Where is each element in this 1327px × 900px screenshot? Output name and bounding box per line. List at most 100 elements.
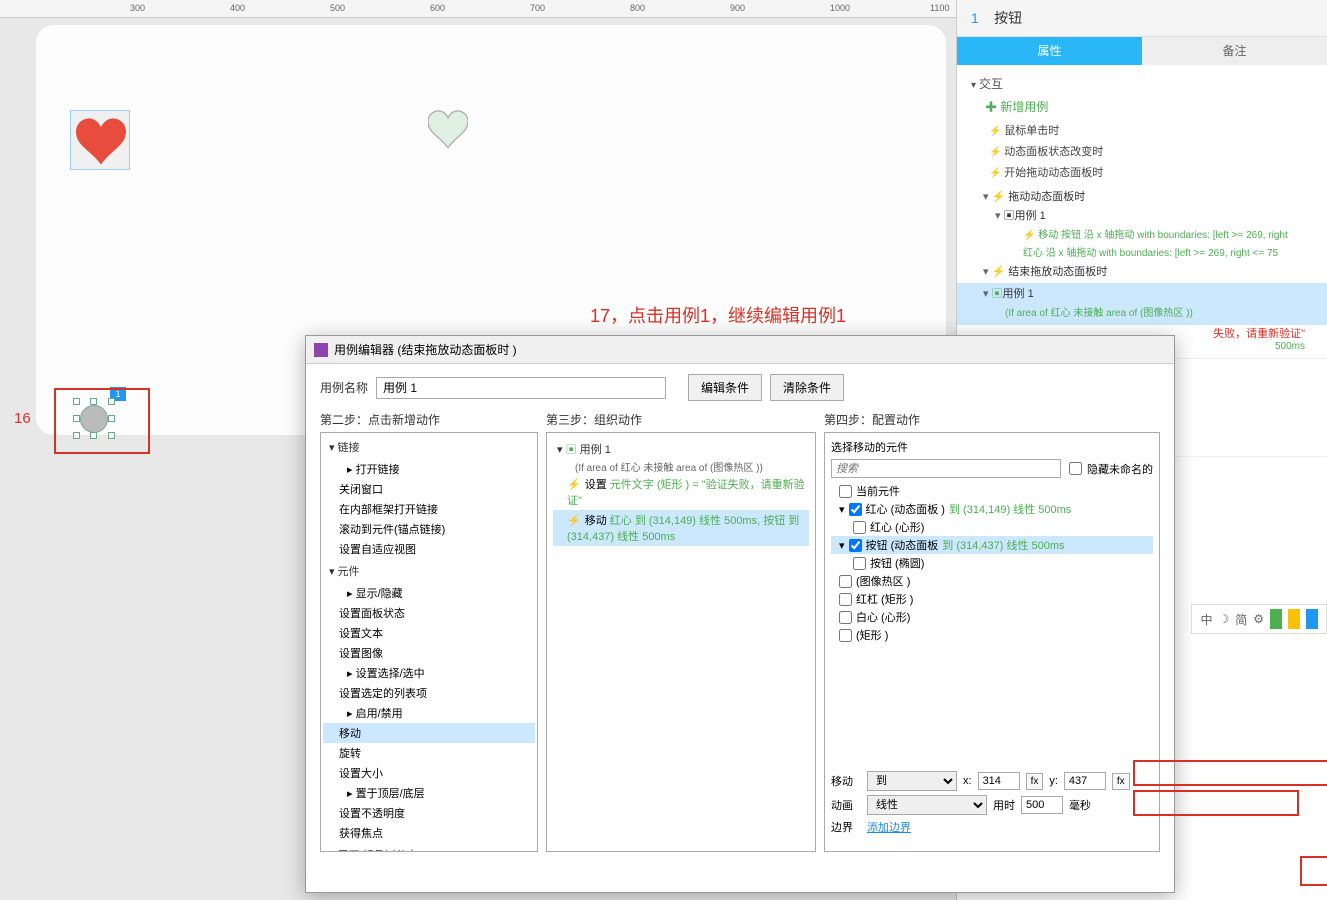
red-heart-widget[interactable] [70,110,130,170]
color-yellow[interactable] [1288,609,1300,629]
event-list: 鼠标单击时 动态面板状态改变时 开始拖动动态面板时 [989,121,1313,184]
event-dragdrop-node[interactable]: ▾⚡ 结束拖放动态面板时 [971,263,1313,283]
time-input[interactable] [1021,796,1063,814]
cb-button-child[interactable] [853,557,866,570]
action-row-settext[interactable]: ⚡设置 元件文字 (矩形 ) = "验证失败，请重新验证" [553,474,809,510]
color-green[interactable] [1270,609,1282,629]
tab-notes[interactable]: 备注 [1142,37,1327,65]
ruler-tick: 1000 [830,3,850,13]
action-set-selected[interactable]: ▸ 设置选择/选中 [323,663,535,683]
annotation-16: 16 [14,410,31,427]
view-tools: 中 ☽ 简 ⚙ [1191,604,1327,634]
action-close-window[interactable]: 关闭窗口 [323,479,535,499]
clear-condition-button[interactable]: 清除条件 [770,374,844,401]
time-label: 用时 [993,797,1015,813]
step2-heading: 第二步：点击新增动作 [320,411,538,428]
move-mode-select[interactable]: 到 [867,771,957,791]
event-dragstart[interactable]: 开始拖动动态面板时 [989,163,1313,184]
x-input[interactable] [978,772,1020,790]
fx-x-button[interactable]: fx [1026,773,1044,790]
action-rotate[interactable]: 旋转 [323,743,535,763]
inspector-tabs: 属性 备注 [957,37,1327,65]
anim-mode-select[interactable]: 线性 [867,795,987,815]
edit-condition-button[interactable]: 编辑条件 [688,374,762,401]
cb-hotzone[interactable] [839,575,852,588]
move-label: 移动 [831,773,861,789]
case-node[interactable]: ▾▣用例 1 ⚡ 移动 按钮 沿 x 轴拖动 with boundaries: … [983,207,1313,263]
ruler-tick: 300 [130,3,145,13]
cb-redheart[interactable] [849,503,862,516]
dialog-title-text: 用例编辑器 (结束拖放动态面板时 ) [334,341,517,358]
lang-toggle[interactable]: 中 [1200,611,1212,628]
action-set-image[interactable]: 设置图像 [323,643,535,663]
widget-index: 1 [971,10,979,26]
event-statechange[interactable]: 动态面板状态改变时 [989,142,1313,163]
action-move[interactable]: 移动 [323,723,535,743]
x-label: x: [963,775,972,787]
action-open-in-frame[interactable]: 在内部框架打开链接 [323,499,535,519]
time-unit: 毫秒 [1069,797,1091,813]
ruler-tick: 800 [630,3,645,13]
y-input[interactable] [1064,772,1106,790]
theme-toggle[interactable]: ☽ [1218,612,1229,626]
cb-current[interactable] [839,485,852,498]
case-action[interactable]: ⚡ 移动 按钮 沿 x 轴拖动 with boundaries: [left >… [995,227,1313,245]
action-set-opacity[interactable]: 设置不透明度 [323,803,535,823]
cb-rect[interactable] [839,593,852,606]
cb-button[interactable] [849,539,862,552]
outline-heart-widget[interactable] [428,110,468,148]
ruler-tick: 500 [330,3,345,13]
cb-rect2[interactable] [839,629,852,642]
add-case-link[interactable]: 新增用例 [971,96,1313,117]
config-panel: 选择移动的元件 隐藏未命名的 当前元件 ▾红心 (动态面板 ) 到 (314,1… [824,432,1160,852]
action-set-panel-state[interactable]: 设置面板状态 [323,603,535,623]
annotation-17: 17，点击用例1，继续编辑用例1 [590,302,846,328]
case-editor-dialog: 用例编辑器 (结束拖放动态面板时 ) 用例名称 编辑条件 清除条件 第二步：点击… [305,335,1175,893]
section-interactions: 交互 新增用例 鼠标单击时 动态面板状态改变时 开始拖动动态面板时 ▾⚡ 拖动动… [957,65,1327,359]
cb-redheart-child[interactable] [853,521,866,534]
bound-label: 边界 [831,819,861,835]
case-name-input[interactable] [376,377,666,399]
section-heading[interactable]: 交互 [971,71,1313,96]
action-set-list-item[interactable]: 设置选定的列表项 [323,683,535,703]
annotation-box-16 [54,388,150,454]
dialog-titlebar[interactable]: 用例编辑器 (结束拖放动态面板时 ) [306,336,1174,364]
cb-white[interactable] [839,611,852,624]
selected-case[interactable]: ▾▣用例 1 (If area of 红心 未接触 area of (图像热区 … [957,283,1327,325]
case-name-label: 用例名称 [320,379,368,396]
action-list[interactable]: ▾链接 ▸ 打开链接 关闭窗口 在内部框架打开链接 滚动到元件(锚点链接) 设置… [320,432,538,852]
ruler-horizontal: 300 400 500 600 700 800 900 1000 1100 [0,0,956,18]
inspector-header: 1 按钮 [957,0,1327,37]
ruler-tick: 1100 [930,3,949,13]
simplified-toggle[interactable]: 简 [1235,611,1247,628]
ruler-tick: 400 [230,3,245,13]
action-row-move[interactable]: ⚡移动 红心 到 (314,149) 线性 500ms, 按钮 到 (314,4… [553,510,809,546]
add-boundary-link[interactable]: 添加边界 [867,819,911,835]
action-focus[interactable]: 获得焦点 [323,823,535,843]
color-blue[interactable] [1306,609,1318,629]
fx-y-button[interactable]: fx [1112,773,1130,790]
annotation-box-21 [1133,790,1299,816]
action-set-size[interactable]: 设置大小 [323,763,535,783]
action-enable-disable[interactable]: ▸ 启用/禁用 [323,703,535,723]
action-bring-front-back[interactable]: ▸ 置于顶层/底层 [323,783,535,803]
case-row[interactable]: ▾ ▣ 用例 1 [553,439,809,459]
search-input[interactable] [831,459,1061,478]
organize-list[interactable]: ▾ ▣ 用例 1 (If area of 红心 未接触 area of (图像热… [546,432,816,852]
tab-properties[interactable]: 属性 [957,37,1142,65]
ruler-tick: 600 [430,3,445,13]
action-adaptive-view[interactable]: 设置自适应视图 [323,539,535,559]
case-condition-row: (If area of 红心 未接触 area of (图像热区 )) [553,459,809,474]
annotation-box-22 [1300,856,1327,886]
action-open-link[interactable]: ▸ 打开链接 [323,459,535,479]
action-show-hide[interactable]: ▸ 显示/隐藏 [323,583,535,603]
event-drag-node[interactable]: ▾⚡ 拖动动态面板时 ▾▣用例 1 ⚡ 移动 按钮 沿 x 轴拖动 with b… [971,188,1313,264]
case-condition: (If area of 红心 未接触 area of (图像热区 )) [983,305,1313,323]
settings-icon[interactable]: ⚙ [1253,612,1264,626]
hide-unnamed-checkbox[interactable] [1069,462,1082,475]
action-set-text[interactable]: 设置文本 [323,623,535,643]
case-action[interactable]: 红心 沿 x 轴拖动 with boundaries: [left >= 269… [995,245,1313,263]
event-onclick[interactable]: 鼠标单击时 [989,121,1313,142]
step3-heading: 第三步：组织动作 [546,411,816,428]
action-scroll-to[interactable]: 滚动到元件(锚点链接) [323,519,535,539]
